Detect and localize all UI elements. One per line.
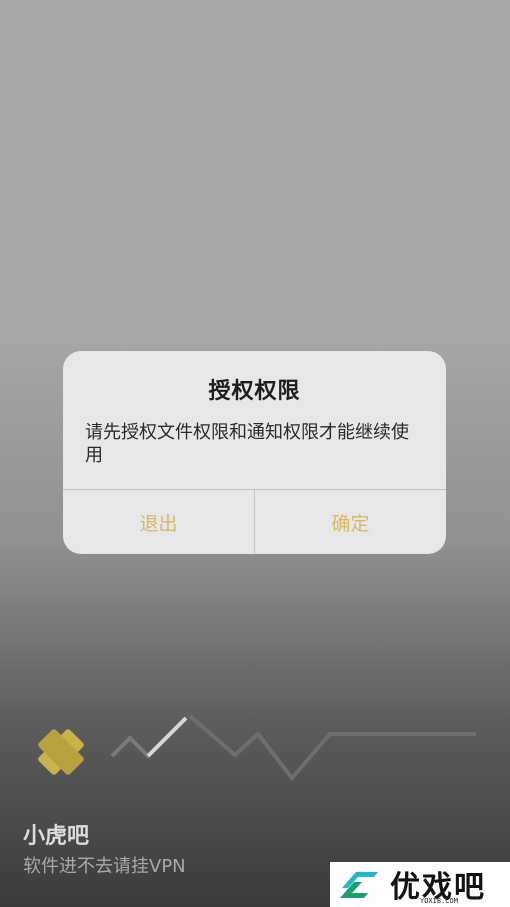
exit-button[interactable]: 退出 bbox=[63, 490, 254, 554]
watermark-domain: YOXI8.COM bbox=[420, 897, 458, 905]
zigzag-line bbox=[188, 714, 476, 782]
app-name: 小虎吧 bbox=[23, 824, 90, 849]
screen: 小虎吧 软件进不去请挂VPN 授权权限 请先授权文件权限和通知权限才能继续使用 … bbox=[0, 0, 510, 907]
check-icon bbox=[110, 716, 188, 759]
dialog-message: 请先授权文件权限和通知权限才能继续使用 bbox=[85, 422, 409, 466]
background-art bbox=[38, 714, 476, 782]
watermark-logo-icon bbox=[340, 872, 378, 898]
app-subtitle: 软件进不去请挂VPN bbox=[23, 856, 186, 877]
confirm-button[interactable]: 确定 bbox=[255, 490, 446, 554]
dialog-title: 授权权限 bbox=[208, 379, 301, 404]
permission-dialog: 授权权限 请先授权文件权限和通知权限才能继续使用 退出 确定 bbox=[63, 351, 446, 554]
check-highlight bbox=[146, 716, 188, 758]
logo-cross-icon bbox=[38, 729, 84, 775]
watermark: 优戏吧 YOXI8.COM bbox=[330, 862, 510, 907]
